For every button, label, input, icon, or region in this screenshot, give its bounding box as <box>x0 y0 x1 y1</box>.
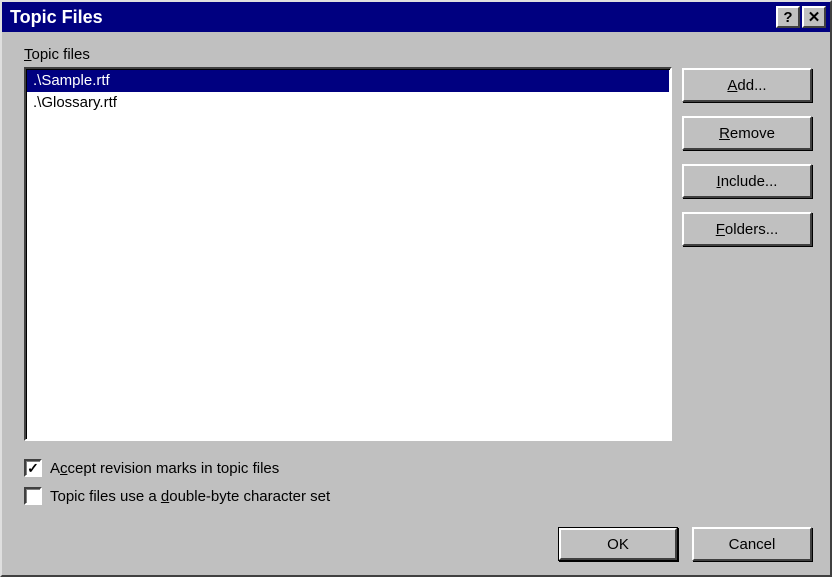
titlebar-text: Topic Files <box>10 7 776 28</box>
include-button[interactable]: Include... <box>682 164 812 198</box>
bottom-button-row: OK Cancel <box>24 527 812 561</box>
accept-revision-row: ✓ Accept revision marks in topic files <box>24 459 812 477</box>
accept-revision-checkbox[interactable]: ✓ <box>24 459 42 477</box>
cancel-button[interactable]: Cancel <box>692 527 812 561</box>
doublebyte-label: Topic files use a double-byte character … <box>50 488 330 505</box>
dialog-window: Topic Files ? ✕ Topic files .\Sample.rtf… <box>0 0 832 577</box>
folders-button[interactable]: Folders... <box>682 212 812 246</box>
topic-files-listbox[interactable]: .\Sample.rtf.\Glossary.rtf <box>24 67 672 441</box>
doublebyte-row: Topic files use a double-byte character … <box>24 487 812 505</box>
list-item[interactable]: .\Sample.rtf <box>27 70 669 92</box>
ok-button[interactable]: OK <box>558 527 678 561</box>
side-buttons: Add... Remove Include... Folders... <box>682 46 812 441</box>
accept-revision-label: Accept revision marks in topic files <box>50 460 279 477</box>
titlebar: Topic Files ? ✕ <box>2 2 830 32</box>
titlebar-buttons: ? ✕ <box>776 6 826 28</box>
close-icon[interactable]: ✕ <box>802 6 826 28</box>
list-area: Topic files .\Sample.rtf.\Glossary.rtf <box>24 46 672 441</box>
list-item[interactable]: .\Glossary.rtf <box>27 92 669 114</box>
list-label: Topic files <box>24 46 672 63</box>
dialog-content: Topic files .\Sample.rtf.\Glossary.rtf A… <box>2 32 830 575</box>
remove-button[interactable]: Remove <box>682 116 812 150</box>
help-icon[interactable]: ? <box>776 6 800 28</box>
add-button[interactable]: Add... <box>682 68 812 102</box>
checkbox-area: ✓ Accept revision marks in topic files T… <box>24 459 812 505</box>
doublebyte-checkbox[interactable] <box>24 487 42 505</box>
top-row: Topic files .\Sample.rtf.\Glossary.rtf A… <box>24 46 812 441</box>
